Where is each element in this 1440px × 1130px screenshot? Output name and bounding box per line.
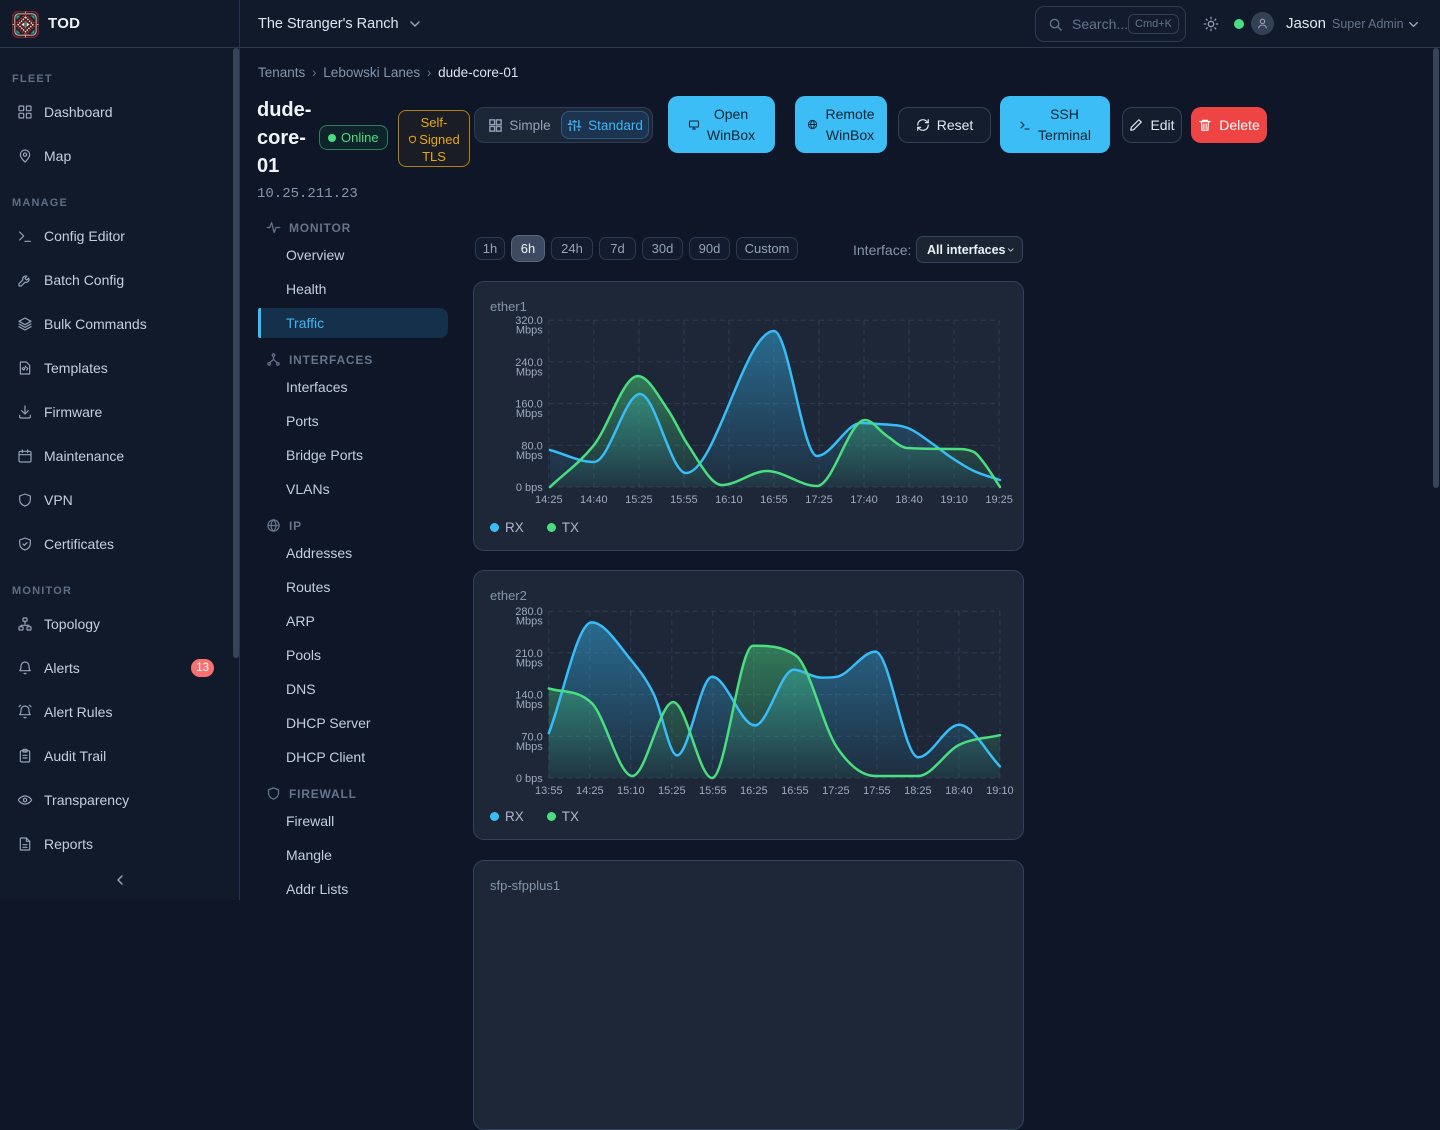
svg-text:18:40: 18:40 (945, 785, 973, 797)
svg-text:16:10: 16:10 (715, 494, 743, 506)
svg-text:15:25: 15:25 (625, 494, 653, 506)
svg-text:14:40: 14:40 (580, 494, 608, 506)
svg-text:17:40: 17:40 (850, 494, 878, 506)
svg-text:Mbps: Mbps (516, 657, 543, 669)
svg-text:15:25: 15:25 (658, 785, 686, 797)
svg-text:15:55: 15:55 (670, 494, 698, 506)
svg-text:Mbps: Mbps (516, 408, 543, 420)
svg-text:16:55: 16:55 (781, 785, 809, 797)
svg-text:0 bps: 0 bps (516, 482, 543, 494)
svg-text:16:55: 16:55 (760, 494, 788, 506)
svg-text:17:55: 17:55 (863, 785, 891, 797)
svg-text:15:55: 15:55 (699, 785, 727, 797)
svg-text:13:55: 13:55 (535, 785, 563, 797)
svg-text:18:40: 18:40 (895, 494, 923, 506)
svg-text:16:25: 16:25 (740, 785, 768, 797)
svg-text:19:25: 19:25 (985, 494, 1013, 506)
svg-text:Mbps: Mbps (516, 699, 543, 711)
svg-text:Mbps: Mbps (516, 616, 543, 628)
svg-text:19:10: 19:10 (940, 494, 968, 506)
svg-text:17:25: 17:25 (805, 494, 833, 506)
svg-text:14:25: 14:25 (576, 785, 604, 797)
svg-text:17:25: 17:25 (822, 785, 850, 797)
svg-text:Mbps: Mbps (516, 450, 543, 462)
svg-text:14:25: 14:25 (535, 494, 563, 506)
svg-text:Mbps: Mbps (516, 325, 543, 337)
svg-text:Mbps: Mbps (516, 366, 543, 378)
svg-text:19:10: 19:10 (986, 785, 1014, 797)
svg-text:15:10: 15:10 (617, 785, 645, 797)
svg-text:0 bps: 0 bps (516, 773, 543, 785)
svg-text:Mbps: Mbps (516, 741, 543, 753)
svg-text:18:25: 18:25 (904, 785, 932, 797)
